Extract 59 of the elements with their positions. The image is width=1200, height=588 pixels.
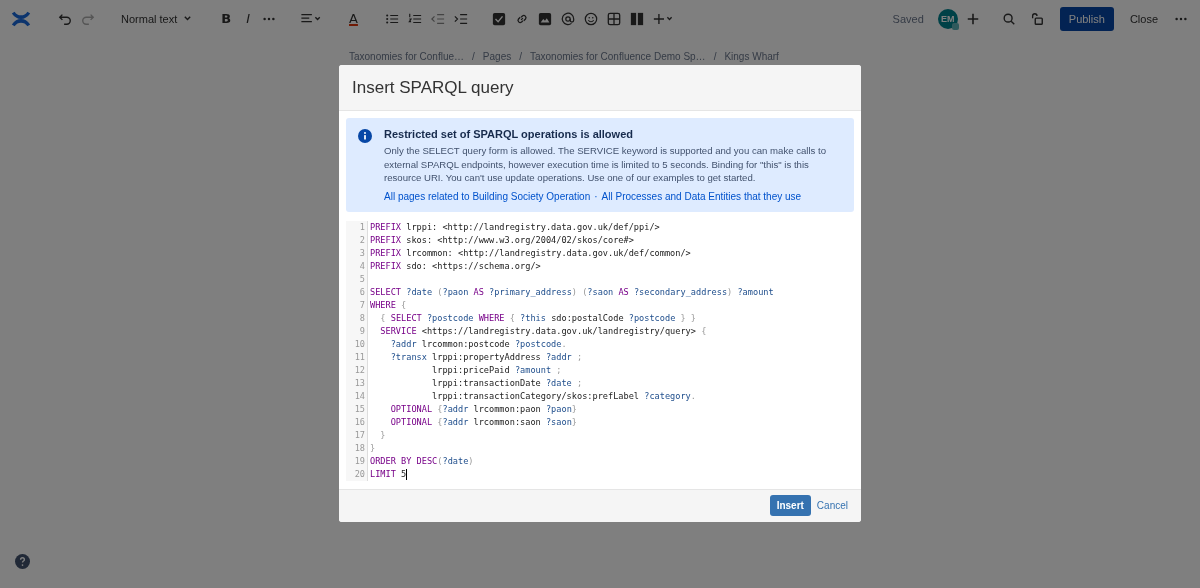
add-icon[interactable] (965, 11, 980, 26)
line-number: 1 (346, 220, 368, 234)
message-text: Only the SELECT query form is allowed. The SERVICE keyword is supported and you can make calls to external SPARQL endpoints, however execution time is limited to 5 seconds. Binding for "this" is this resource URI. You can't use update operations. Use one of our examples to get started. (384, 144, 828, 185)
numbered-list-icon[interactable] (407, 11, 422, 26)
code-line: lrppi:transactionCategory/skos:prefLabel ?category. (431, 389, 696, 403)
indent-icon[interactable] (453, 11, 468, 26)
code-line: OPTIONAL {?addr lrcommon:saon ?saon} (389, 415, 577, 429)
code-line: LIMIT 5 (369, 467, 407, 481)
insert-button[interactable]: Insert (769, 495, 811, 516)
code-line: { SELECT ?postcode WHERE { ?this sdo:postalCode ?postcode } } (379, 311, 697, 325)
dialog-title: Insert SPARQL query (352, 77, 514, 98)
bold-button[interactable]: B (218, 11, 235, 26)
code-line: ?transx lrppi:propertyAddress ?addr ; (389, 350, 583, 364)
code-line: } (379, 428, 386, 442)
outdent-icon[interactable] (430, 11, 445, 26)
message-title: Restricted set of SPARQL operations is allowed (384, 128, 634, 140)
example-link[interactable]: All pages related to Building Society Operation (384, 190, 591, 202)
checkbox-icon[interactable] (491, 11, 506, 26)
help-icon[interactable] (15, 554, 30, 569)
breadcrumb-link[interactable]: Taxonomies for Confluence Demo Sp… (530, 51, 706, 62)
mention-icon[interactable] (560, 11, 575, 26)
breadcrumb-link[interactable]: Kings Wharf (724, 51, 779, 62)
code-line: OPTIONAL {?addr lrcommon:paon ?paon} (389, 402, 577, 416)
code-line: SERVICE <https://landregistry.data.gov.uk/landregistry/query> { (379, 324, 707, 338)
user-avatar[interactable]: EM (937, 8, 958, 29)
search-icon[interactable] (1001, 11, 1016, 26)
example-link[interactable]: All Processes and Data Entities that they use (601, 190, 802, 202)
image-icon[interactable] (537, 11, 552, 26)
code-line: ORDER BY DESC(?date) (369, 454, 474, 468)
breadcrumb-link[interactable]: Taxonomies for Conflue… (349, 51, 465, 62)
code-line: WHERE { (369, 298, 407, 312)
code-line: PREFIX lrppi: <http://landregistry.data.gov.uk/def/ppi/> (369, 220, 660, 234)
table-icon[interactable] (606, 11, 621, 26)
lock-icon[interactable] (1029, 11, 1044, 26)
breadcrumb-separator: / (472, 51, 475, 62)
info-icon (358, 129, 372, 143)
columns-icon[interactable] (629, 11, 644, 26)
code-line: lrppi:pricePaid ?amount ; (431, 363, 562, 377)
caret-icon (183, 14, 193, 23)
insert-icon[interactable] (652, 11, 675, 26)
code-line: } (369, 441, 376, 455)
code-line: lrppi:transactionDate ?date ; (431, 376, 583, 390)
publish-button[interactable]: Publish (1059, 6, 1114, 31)
emoji-icon[interactable] (583, 11, 598, 26)
link-separator: · (594, 190, 598, 202)
close-button[interactable]: Close (1121, 6, 1166, 31)
text-style-dropdown[interactable]: Normal text (111, 12, 203, 25)
breadcrumb-separator: / (713, 51, 717, 62)
code-line: PREFIX lrcommon: <http://landregistry.data.gov.uk/def/common/> (369, 246, 691, 260)
text-color-button[interactable]: A (346, 11, 361, 26)
cancel-button[interactable]: Cancel (816, 496, 848, 515)
code-line: ?addr lrcommon:postcode ?postcode. (389, 337, 567, 351)
breadcrumb-link[interactable]: Pages (482, 51, 512, 62)
code-line: SELECT ?date (?paon AS ?primary_address) (?saon AS ?secondary_address) ?amount (369, 285, 774, 299)
saved-status: Saved (892, 12, 924, 25)
breadcrumb-separator: / (519, 51, 522, 62)
italic-button[interactable]: I (243, 11, 253, 26)
code-line: PREFIX skos: <http://www.w3.org/2004/02/skos/core#> (369, 233, 634, 247)
code-line: PREFIX sdo: <https://schema.org/> (369, 259, 541, 273)
